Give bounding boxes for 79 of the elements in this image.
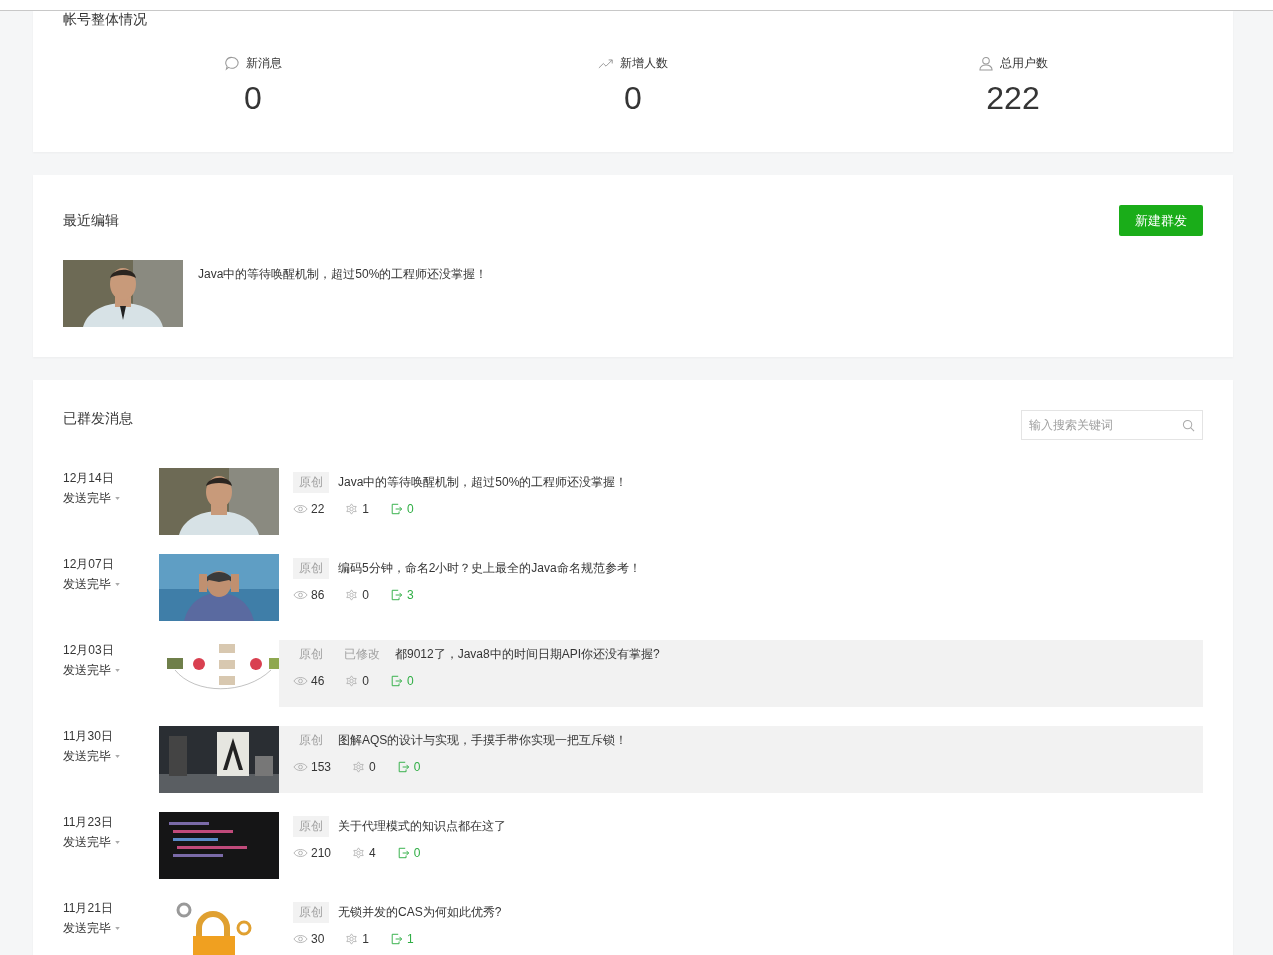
section-title: 最近编辑 [63,211,119,230]
article-title[interactable]: 编码5分钟，命名2小时？史上最全的Java命名规范参考！ [338,560,641,577]
share-icon [389,933,405,945]
share-count: 0 [407,674,414,688]
flower-icon [351,761,367,773]
like-count: 4 [369,846,376,860]
article-tag: 原创 [293,558,329,579]
stat-label: 新消息 [246,55,282,72]
eye-icon [293,503,308,515]
send-status: 发送完毕 [63,834,111,851]
eye-icon [293,761,308,773]
view-count: 86 [311,588,325,602]
share-count: 0 [407,502,414,516]
stat-label: 新增人数 [620,55,668,72]
stat-value: 0 [244,79,262,118]
eye-icon [293,847,308,859]
article-row[interactable]: 原创 已修改 都9012了，Java8中的时间日期API你还没有掌握? 46 0 0 [279,640,1203,707]
like-count: 0 [362,674,370,688]
article-tag: 原创 [293,902,329,923]
caret-icon[interactable] [115,927,120,930]
like-count: 1 [362,932,370,946]
article-title[interactable]: 关于代理模式的知识点都在这了 [338,818,506,835]
send-date: 11月30日 [63,729,114,743]
view-count: 210 [311,846,332,860]
share-icon [389,589,405,601]
eye-icon [293,933,308,945]
view-count: 30 [311,932,325,946]
article-title[interactable]: 图解AQS的设计与实现，手摸手带你实现一把互斥锁！ [338,732,628,749]
like-count: 0 [369,760,376,774]
send-status: 发送完毕 [63,490,111,507]
send-status: 发送完毕 [63,920,111,937]
caret-icon[interactable] [115,755,120,758]
share-count: 3 [407,588,414,602]
share-count: 0 [413,846,421,860]
like-count: 0 [362,588,370,602]
caret-icon[interactable] [115,841,120,844]
send-status: 发送完毕 [63,662,111,679]
draft-title[interactable]: Java中的等待唤醒机制，超过50%的工程师还没掌握！ [198,266,488,327]
article-title[interactable]: Java中的等待唤醒机制，超过50%的工程师还没掌握！ [338,474,628,491]
flower-icon [344,589,360,601]
flower-icon [344,675,360,687]
stat-value: 222 [986,79,1040,118]
caret-icon[interactable] [115,583,120,586]
share-count: 0 [413,760,421,774]
article-title[interactable]: 无锁并发的CAS为何如此优秀? [338,904,502,921]
send-status: 发送完毕 [63,748,111,765]
share-count: 1 [407,932,414,946]
flower-icon [344,503,360,515]
article-tag: 原创 [293,472,329,493]
article-title[interactable]: 都9012了，Java8中的时间日期API你还没有掌握? [395,646,660,663]
caret-icon[interactable] [115,497,120,500]
flower-icon [344,933,360,945]
stat-value: 0 [624,79,642,118]
send-date: 12月14日 [63,471,115,485]
view-count: 46 [311,674,325,688]
share-icon [389,675,405,687]
caret-icon[interactable] [115,669,120,672]
search-icon [1182,419,1195,432]
stat-label: 总用户数 [1000,55,1048,72]
section-title: 帐号整体情况 [63,11,148,27]
send-status: 发送完毕 [63,576,111,593]
article-row[interactable]: 原创 图解AQS的设计与实现，手摸手带你实现一把互斥锁！ 153 0 0 [279,726,1203,793]
section-title: 已群发消息 [63,410,133,428]
view-count: 153 [311,760,332,774]
chat-bubble-icon [224,56,240,71]
trend-up-icon [598,56,614,71]
search-field[interactable]: 输入搜索关键词 [1021,410,1203,440]
send-date: 12月07日 [63,557,115,571]
send-date: 12月03日 [63,643,115,657]
send-date: 11月23日 [63,815,114,829]
share-icon [389,503,405,515]
view-count: 22 [311,502,325,516]
eye-icon [293,589,308,601]
flower-icon [351,847,367,859]
article-tag: 原创 [293,816,329,837]
user-icon [978,56,994,71]
like-count: 1 [362,502,370,516]
eye-icon [293,675,308,687]
send-date: 11月21日 [63,901,114,915]
